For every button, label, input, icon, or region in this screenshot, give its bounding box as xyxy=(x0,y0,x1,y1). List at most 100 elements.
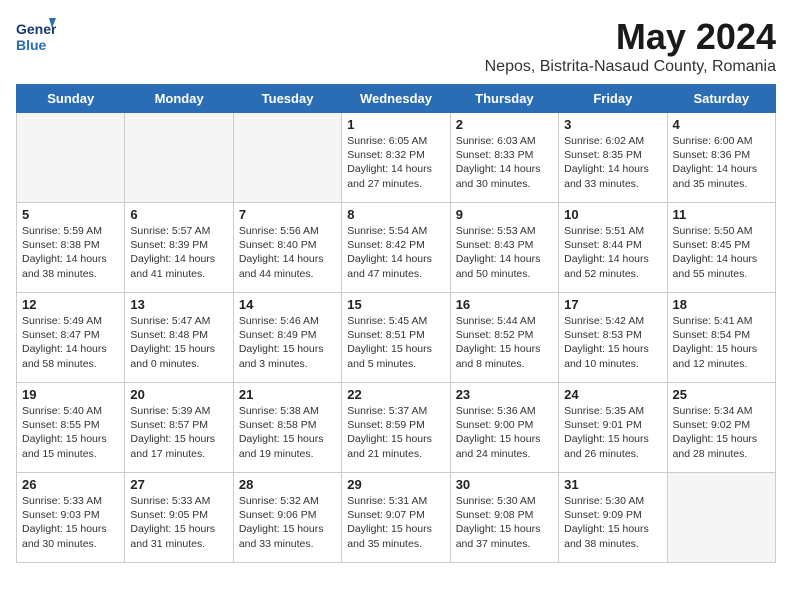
day-number: 17 xyxy=(564,297,661,312)
weekday-header: Friday xyxy=(559,85,667,113)
day-info: Sunrise: 5:33 AM Sunset: 9:03 PM Dayligh… xyxy=(22,494,119,551)
day-number: 20 xyxy=(130,387,227,402)
day-info: Sunrise: 5:54 AM Sunset: 8:42 PM Dayligh… xyxy=(347,224,444,281)
calendar-cell: 4 Sunrise: 6:00 AM Sunset: 8:36 PM Daylig… xyxy=(667,113,775,203)
day-number: 9 xyxy=(456,207,553,222)
day-info: Sunrise: 5:38 AM Sunset: 8:58 PM Dayligh… xyxy=(239,404,336,461)
day-number: 28 xyxy=(239,477,336,492)
calendar-cell: 28 Sunrise: 5:32 AM Sunset: 9:06 PM Dayli… xyxy=(233,473,341,563)
logo-svg: General Blue xyxy=(16,16,56,60)
day-info: Sunrise: 5:42 AM Sunset: 8:53 PM Dayligh… xyxy=(564,314,661,371)
calendar-cell: 26 Sunrise: 5:33 AM Sunset: 9:03 PM Dayli… xyxy=(17,473,125,563)
day-info: Sunrise: 5:45 AM Sunset: 8:51 PM Dayligh… xyxy=(347,314,444,371)
location: Nepos, Bistrita-Nasaud County, Romania xyxy=(485,58,776,76)
day-info: Sunrise: 5:51 AM Sunset: 8:44 PM Dayligh… xyxy=(564,224,661,281)
day-info: Sunrise: 5:40 AM Sunset: 8:55 PM Dayligh… xyxy=(22,404,119,461)
day-number: 10 xyxy=(564,207,661,222)
calendar-cell: 20 Sunrise: 5:39 AM Sunset: 8:57 PM Dayli… xyxy=(125,383,233,473)
calendar-cell: 22 Sunrise: 5:37 AM Sunset: 8:59 PM Dayli… xyxy=(342,383,450,473)
day-info: Sunrise: 6:02 AM Sunset: 8:35 PM Dayligh… xyxy=(564,134,661,191)
day-info: Sunrise: 5:41 AM Sunset: 8:54 PM Dayligh… xyxy=(673,314,770,371)
day-number: 4 xyxy=(673,117,770,132)
svg-text:Blue: Blue xyxy=(16,37,47,53)
weekday-header: Tuesday xyxy=(233,85,341,113)
calendar-week-row: 5Sunrise: 5:59 AM Sunset: 8:38 PM Daylig… xyxy=(17,203,776,293)
calendar-cell: 16Sunrise: 5:44 AM Sunset: 8:52 PM Dayli… xyxy=(450,293,558,383)
day-number: 3 xyxy=(564,117,661,132)
calendar-cell: 18 Sunrise: 5:41 AM Sunset: 8:54 PM Dayli… xyxy=(667,293,775,383)
day-number: 5 xyxy=(22,207,119,222)
day-number: 8 xyxy=(347,207,444,222)
calendar-cell: 11Sunrise: 5:50 AM Sunset: 8:45 PM Dayli… xyxy=(667,203,775,293)
weekday-header: Thursday xyxy=(450,85,558,113)
day-info: Sunrise: 6:05 AM Sunset: 8:32 PM Dayligh… xyxy=(347,134,444,191)
day-info: Sunrise: 5:34 AM Sunset: 9:02 PM Dayligh… xyxy=(673,404,770,461)
month-year: May 2024 xyxy=(485,16,776,58)
weekday-header-row: SundayMondayTuesdayWednesdayThursdayFrid… xyxy=(17,85,776,113)
day-number: 16 xyxy=(456,297,553,312)
calendar-cell xyxy=(17,113,125,203)
day-info: Sunrise: 5:31 AM Sunset: 9:07 PM Dayligh… xyxy=(347,494,444,551)
calendar-cell: 7 Sunrise: 5:56 AM Sunset: 8:40 PM Daylig… xyxy=(233,203,341,293)
day-number: 1 xyxy=(347,117,444,132)
calendar-cell xyxy=(233,113,341,203)
calendar-cell: 15 Sunrise: 5:45 AM Sunset: 8:51 PM Dayli… xyxy=(342,293,450,383)
calendar-cell: 1 Sunrise: 6:05 AM Sunset: 8:32 PM Daylig… xyxy=(342,113,450,203)
calendar-cell: 19 Sunrise: 5:40 AM Sunset: 8:55 PM Dayli… xyxy=(17,383,125,473)
calendar-cell: 3 Sunrise: 6:02 AM Sunset: 8:35 PM Daylig… xyxy=(559,113,667,203)
calendar-cell: 29 Sunrise: 5:31 AM Sunset: 9:07 PM Dayli… xyxy=(342,473,450,563)
day-number: 24 xyxy=(564,387,661,402)
calendar-cell: 14Sunrise: 5:46 AM Sunset: 8:49 PM Dayli… xyxy=(233,293,341,383)
day-number: 25 xyxy=(673,387,770,402)
calendar-cell xyxy=(667,473,775,563)
day-info: Sunrise: 5:32 AM Sunset: 9:06 PM Dayligh… xyxy=(239,494,336,551)
calendar-cell: 10 Sunrise: 5:51 AM Sunset: 8:44 PM Dayli… xyxy=(559,203,667,293)
header: General Blue May 2024 Nepos, Bistrita-Na… xyxy=(16,16,776,76)
calendar-cell: 6Sunrise: 5:57 AM Sunset: 8:39 PM Daylig… xyxy=(125,203,233,293)
day-info: Sunrise: 6:03 AM Sunset: 8:33 PM Dayligh… xyxy=(456,134,553,191)
day-info: Sunrise: 5:30 AM Sunset: 9:09 PM Dayligh… xyxy=(564,494,661,551)
calendar-cell: 24Sunrise: 5:35 AM Sunset: 9:01 PM Dayli… xyxy=(559,383,667,473)
calendar-cell: 27Sunrise: 5:33 AM Sunset: 9:05 PM Dayli… xyxy=(125,473,233,563)
day-info: Sunrise: 5:50 AM Sunset: 8:45 PM Dayligh… xyxy=(673,224,770,281)
day-number: 31 xyxy=(564,477,661,492)
day-info: Sunrise: 5:47 AM Sunset: 8:48 PM Dayligh… xyxy=(130,314,227,371)
day-info: Sunrise: 5:49 AM Sunset: 8:47 PM Dayligh… xyxy=(22,314,119,371)
calendar-cell: 9 Sunrise: 5:53 AM Sunset: 8:43 PM Daylig… xyxy=(450,203,558,293)
day-info: Sunrise: 5:56 AM Sunset: 8:40 PM Dayligh… xyxy=(239,224,336,281)
calendar-cell: 30 Sunrise: 5:30 AM Sunset: 9:08 PM Dayli… xyxy=(450,473,558,563)
weekday-header: Wednesday xyxy=(342,85,450,113)
calendar-cell: 12Sunrise: 5:49 AM Sunset: 8:47 PM Dayli… xyxy=(17,293,125,383)
day-number: 29 xyxy=(347,477,444,492)
day-number: 6 xyxy=(130,207,227,222)
day-info: Sunrise: 5:37 AM Sunset: 8:59 PM Dayligh… xyxy=(347,404,444,461)
calendar-week-row: 12Sunrise: 5:49 AM Sunset: 8:47 PM Dayli… xyxy=(17,293,776,383)
day-number: 30 xyxy=(456,477,553,492)
calendar-cell: 31 Sunrise: 5:30 AM Sunset: 9:09 PM Dayli… xyxy=(559,473,667,563)
day-number: 18 xyxy=(673,297,770,312)
day-info: Sunrise: 6:00 AM Sunset: 8:36 PM Dayligh… xyxy=(673,134,770,191)
day-number: 26 xyxy=(22,477,119,492)
weekday-header: Saturday xyxy=(667,85,775,113)
day-info: Sunrise: 5:53 AM Sunset: 8:43 PM Dayligh… xyxy=(456,224,553,281)
calendar-table: SundayMondayTuesdayWednesdayThursdayFrid… xyxy=(16,84,776,563)
day-info: Sunrise: 5:36 AM Sunset: 9:00 PM Dayligh… xyxy=(456,404,553,461)
calendar-cell: 8 Sunrise: 5:54 AM Sunset: 8:42 PM Daylig… xyxy=(342,203,450,293)
day-number: 21 xyxy=(239,387,336,402)
calendar-week-row: 26 Sunrise: 5:33 AM Sunset: 9:03 PM Dayli… xyxy=(17,473,776,563)
weekday-header: Monday xyxy=(125,85,233,113)
calendar-cell: 17 Sunrise: 5:42 AM Sunset: 8:53 PM Dayli… xyxy=(559,293,667,383)
day-number: 7 xyxy=(239,207,336,222)
weekday-header: Sunday xyxy=(17,85,125,113)
day-number: 15 xyxy=(347,297,444,312)
day-info: Sunrise: 5:39 AM Sunset: 8:57 PM Dayligh… xyxy=(130,404,227,461)
calendar-cell: 5Sunrise: 5:59 AM Sunset: 8:38 PM Daylig… xyxy=(17,203,125,293)
day-number: 23 xyxy=(456,387,553,402)
day-info: Sunrise: 5:33 AM Sunset: 9:05 PM Dayligh… xyxy=(130,494,227,551)
day-number: 19 xyxy=(22,387,119,402)
day-number: 2 xyxy=(456,117,553,132)
day-info: Sunrise: 5:46 AM Sunset: 8:49 PM Dayligh… xyxy=(239,314,336,371)
day-info: Sunrise: 5:30 AM Sunset: 9:08 PM Dayligh… xyxy=(456,494,553,551)
day-number: 22 xyxy=(347,387,444,402)
calendar-cell: 21 Sunrise: 5:38 AM Sunset: 8:58 PM Dayli… xyxy=(233,383,341,473)
